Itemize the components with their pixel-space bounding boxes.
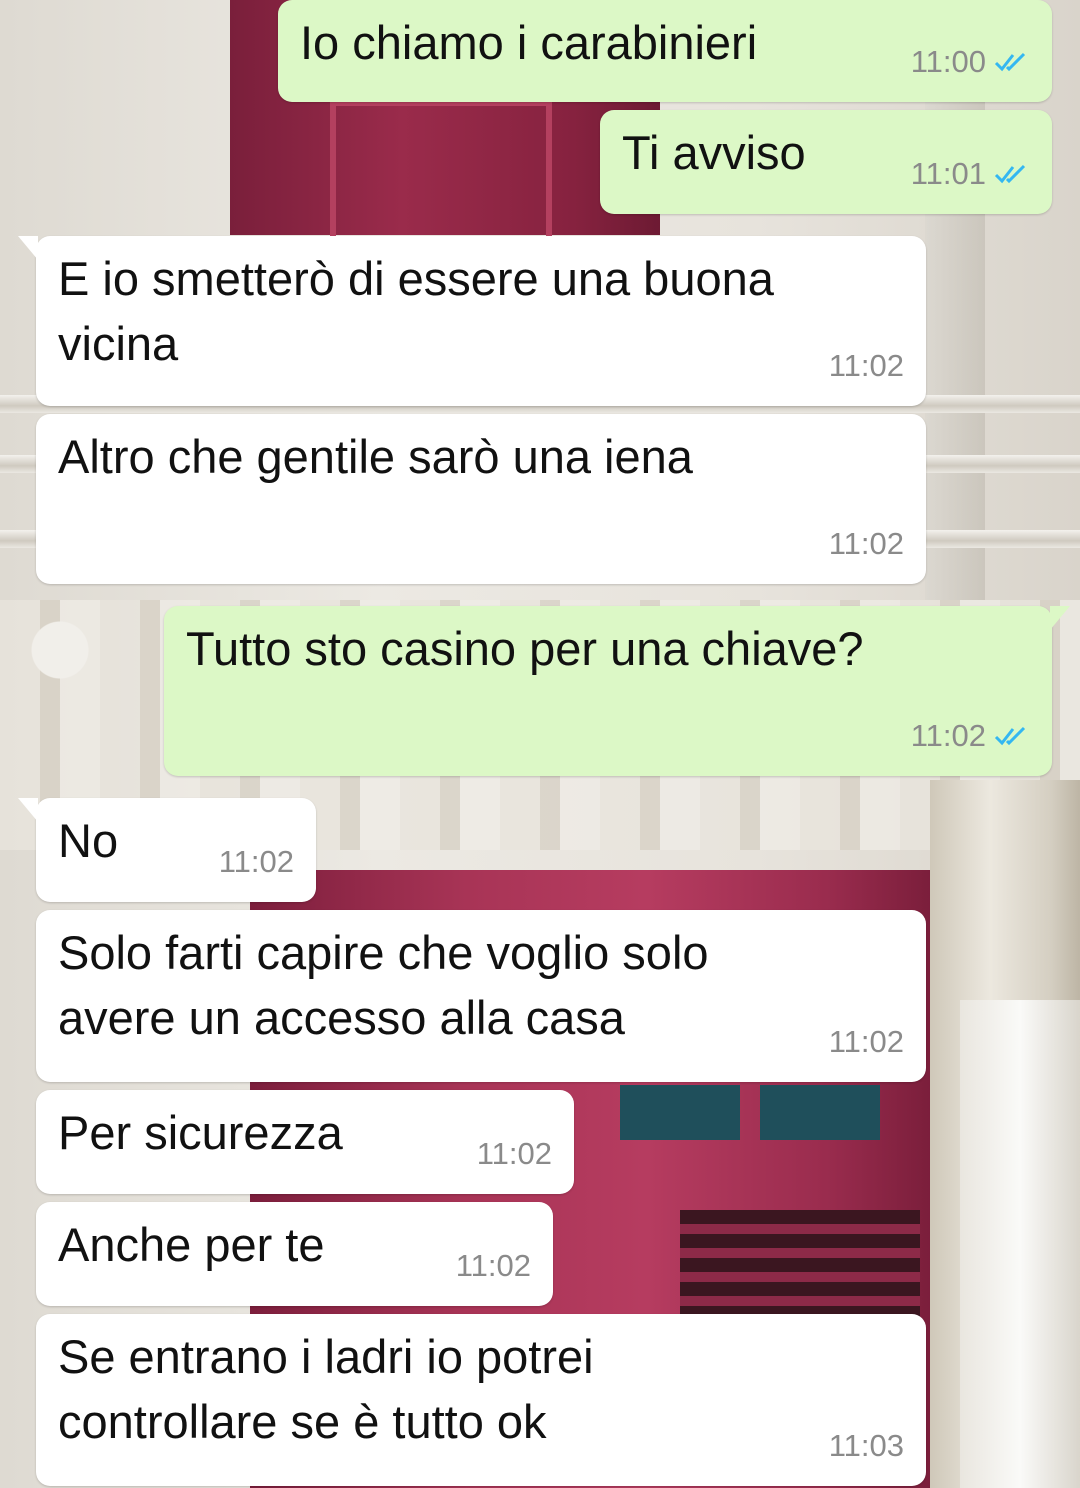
message-time: 11:02 [476, 1136, 552, 1171]
message-meta: 11:03 [829, 1413, 904, 1478]
message-time: 11:00 [910, 44, 986, 79]
message-meta: 11:02 [911, 703, 1030, 768]
message-meta: 11:02 [456, 1233, 531, 1298]
double-check-icon [994, 726, 1026, 745]
message-text: Altro che gentile sarò una iena [58, 430, 693, 483]
message-bubble-incoming[interactable]: E io smetterò di essere una buona vicina… [18, 236, 926, 406]
bubble-tail [1050, 606, 1070, 630]
message-time: 11:02 [828, 1024, 904, 1059]
message-bubble-incoming[interactable]: Se entrano i ladri io potrei controllare… [36, 1314, 926, 1486]
message-time: 11:02 [828, 526, 904, 561]
double-check-icon [994, 164, 1026, 183]
message-meta: 11:02 [219, 829, 294, 894]
message-bubble-outgoing[interactable]: Io chiamo i carabinieri 11:00 [278, 0, 1052, 102]
message-meta: 11:02 [829, 333, 904, 398]
message-bubble-incoming[interactable]: Altro che gentile sarò una iena 11:02 [36, 414, 926, 584]
message-text: Tutto sto casino per una chiave? [186, 622, 864, 675]
message-meta: 11:02 [829, 511, 904, 576]
message-time: 11:01 [910, 156, 986, 191]
message-bubble-incoming[interactable]: Solo farti capire che voglio solo avere … [36, 910, 926, 1082]
message-text: Se entrano i ladri io potrei controllare… [58, 1330, 594, 1448]
message-meta: 11:02 [829, 1009, 904, 1074]
message-time: 11:02 [218, 844, 294, 879]
message-bubble-incoming[interactable]: Per sicurezza 11:02 [36, 1090, 574, 1194]
message-text: E io smetterò di essere una buona vicina [58, 252, 774, 370]
message-meta: 11:02 [477, 1121, 552, 1186]
message-bubble-incoming[interactable]: Anche per te 11:02 [36, 1202, 553, 1306]
message-time: 11:03 [828, 1428, 904, 1463]
message-bubble-outgoing[interactable]: Ti avviso 11:01 [600, 110, 1052, 214]
message-bubble-incoming[interactable]: No 11:02 [18, 798, 316, 902]
bubble-tail [18, 798, 38, 822]
message-time: 11:02 [455, 1248, 531, 1283]
message-time: 11:02 [828, 348, 904, 383]
message-bubble-outgoing[interactable]: Tutto sto casino per una chiave? 11:02 [164, 606, 1070, 776]
message-meta: 11:00 [911, 29, 1030, 94]
message-meta: 11:01 [911, 141, 1030, 206]
double-check-icon [994, 52, 1026, 71]
message-list[interactable]: Io chiamo i carabinieri 11:00 Ti avviso … [0, 0, 1080, 1488]
message-text: Solo farti capire che voglio solo avere … [58, 926, 709, 1044]
message-time: 11:02 [910, 718, 986, 753]
bubble-tail [18, 236, 38, 260]
